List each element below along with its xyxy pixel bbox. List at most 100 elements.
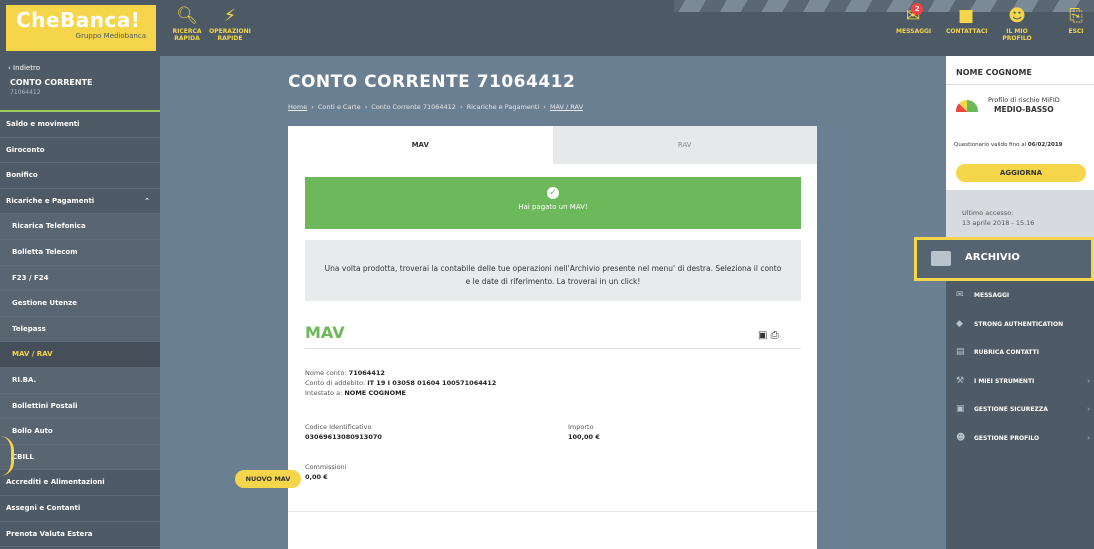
right-menu-item[interactable]: ◆ STRONG AUTHENTICATION xyxy=(946,310,1094,339)
sidebar-item[interactable]: Prenota Valuta Estera xyxy=(0,522,160,548)
sidebar-item[interactable]: RI.BA. xyxy=(0,367,160,394)
risk-label: Profilo di rischio MiFID xyxy=(988,96,1060,104)
messages-button[interactable]: ✉︎ 2 MESSAGGI xyxy=(896,3,932,35)
right-menu-item[interactable]: ▣ GESTIONE SICUREZZA › xyxy=(946,395,1094,424)
debit-account-label: Conto di addebito: xyxy=(305,379,366,387)
account-name-value: 71064412 xyxy=(348,369,385,377)
sidebar-item-label: Giroconto xyxy=(6,145,45,154)
contacts-button[interactable]: ■ CONTATTACI xyxy=(946,6,987,35)
envelope-icon: ✉ xyxy=(956,290,964,300)
risk-value: MEDIO-BASSO xyxy=(994,105,1054,114)
sidebar-item[interactable]: Giroconto xyxy=(0,138,160,164)
sidebar-item[interactable]: Bolletta Telecom xyxy=(0,239,160,266)
sidebar-item[interactable]: Ricariche e Pagamenti ⌃ xyxy=(0,189,160,215)
print-icon[interactable]: ⎙ xyxy=(771,330,779,341)
sidebar-item[interactable]: CBILL xyxy=(0,444,160,471)
my-profile-button[interactable]: ☻ IL MIO PROFILO xyxy=(1000,6,1034,42)
sidebar-item[interactable]: Saldo e movimenti xyxy=(0,112,160,138)
code-value: 03069613080913070 xyxy=(305,433,382,441)
quick-operations-button[interactable]: ⚡︎ OPERAZIONI RAPIDE xyxy=(202,6,258,42)
breadcrumb-separator: › xyxy=(311,103,314,111)
sidebar-item-label: Bonifico xyxy=(6,171,38,180)
code-label: Codice Identificativo xyxy=(305,423,372,431)
sidebar-item[interactable]: Bollo Auto xyxy=(0,419,160,445)
logout-button[interactable]: ⎘ ESCI xyxy=(1064,6,1088,35)
archive-button[interactable]: ARCHIVIO xyxy=(914,237,1094,281)
logout-icon: ⎘ xyxy=(1069,6,1083,26)
back-link[interactable]: ‹ Indietro xyxy=(0,56,160,74)
brand-name: CheBanca! xyxy=(16,8,141,32)
search-icon: 🔍︎ xyxy=(176,6,198,26)
risk-gauge-icon xyxy=(956,100,978,112)
divider xyxy=(305,348,801,349)
breadcrumb-link[interactable]: Conto Corrente 71064412 xyxy=(371,103,456,111)
brand-logo[interactable]: CheBanca! Gruppo Mediobanca xyxy=(6,5,156,51)
left-sidebar: ‹ Indietro CONTO CORRENTE 71064412 Saldo… xyxy=(0,56,160,549)
sidebar-item-label: CBILL xyxy=(12,452,34,461)
last-access: Ultimo accesso: 13 aprile 2018 - 15.16 xyxy=(946,190,1094,240)
last-access-value: 13 aprile 2018 - 15.16 xyxy=(962,219,1035,227)
breadcrumb-separator: › xyxy=(364,103,368,111)
new-mav-button[interactable]: NUOVO MAV xyxy=(235,470,301,488)
quick-search-label: RICERCA xyxy=(172,28,202,35)
sidebar-item-label: Prenota Valuta Estera xyxy=(6,529,93,538)
sidebar-item[interactable]: Assegni e Contanti xyxy=(0,496,160,522)
section-title: MAV xyxy=(305,323,345,342)
breadcrumb-link[interactable]: MAV / RAV xyxy=(550,103,583,111)
quick-operations-label: OPERAZIONI xyxy=(209,28,251,35)
divider xyxy=(946,84,1094,85)
debit-account-value: IT 19 I 03058 01604 100571064412 xyxy=(367,379,497,387)
pdf-icon[interactable]: ▣ xyxy=(758,330,767,341)
right-menu-label: RUBRICA CONTATTI xyxy=(974,349,1039,356)
sidebar-item-label: RI.BA. xyxy=(12,375,37,384)
sidebar-item-label: Assegni e Contanti xyxy=(6,503,81,512)
current-account[interactable]: CONTO CORRENTE 71064412 xyxy=(0,74,160,112)
questionnaire-prefix: Questionario valido fino al xyxy=(954,142,1027,148)
update-button[interactable]: AGGIORNA xyxy=(956,164,1086,182)
sidebar-item[interactable]: Telepass xyxy=(0,316,160,343)
messages-badge: 2 xyxy=(911,3,924,15)
sidebar-item-label: Bollo Auto xyxy=(12,427,53,436)
right-menu-item[interactable]: ☻ GESTIONE PROFILO › xyxy=(946,424,1094,453)
tab-rav[interactable]: RAV xyxy=(552,126,817,164)
envelope-icon: ✉︎ 2 xyxy=(906,3,924,28)
wrench-icon: ⚒ xyxy=(956,375,965,386)
success-message: Hai pagato un MAV! xyxy=(518,203,588,211)
right-menu-item[interactable]: ⚒ I MIEI STRUMENTI › xyxy=(946,367,1094,396)
fees-field: Commissioni 0,00 € xyxy=(305,462,346,482)
sidebar-item[interactable]: MAV / RAV xyxy=(0,342,160,368)
sidebar-item-label: MAV / RAV xyxy=(12,350,53,359)
tab-mav[interactable]: MAV xyxy=(288,126,553,164)
user-icon: ☻ xyxy=(1008,6,1026,26)
breadcrumb-link[interactable]: Home xyxy=(288,103,307,111)
sidebar-item-label: Accrediti e Alimentazioni xyxy=(6,478,105,487)
right-menu-item[interactable]: ▤ RUBRICA CONTATTI xyxy=(946,338,1094,367)
questionnaire-date: 06/02/2019 xyxy=(1027,142,1063,148)
sidebar-item[interactable]: Accrediti e Alimentazioni xyxy=(0,470,160,496)
quick-search-button[interactable]: 🔍︎ RICERCA RAPIDA xyxy=(172,6,202,42)
breadcrumb-link[interactable]: Conti e Carte xyxy=(318,103,361,111)
sidebar-item[interactable]: Bollettini Postali xyxy=(0,393,160,420)
messages-label: MESSAGGI xyxy=(896,28,932,35)
amount-field: Importo 100,00 € xyxy=(568,422,600,442)
sidebar-item[interactable]: Bonifico xyxy=(0,163,160,189)
page-title: CONTO CORRENTE 71064412 xyxy=(288,72,576,92)
sidebar-item-label: Saldo e movimenti xyxy=(6,120,80,128)
sidebar-item[interactable]: Ricarica Telefonica xyxy=(0,214,160,240)
sidebar-menu: Saldo e movimenti Giroconto Bonifico Ricari… xyxy=(0,112,160,548)
sidebar-item[interactable]: Gestione Utenze xyxy=(0,291,160,317)
archive-label: ARCHIVIO xyxy=(965,252,1020,263)
right-menu-item[interactable]: ✉ MESSAGGI xyxy=(946,281,1094,310)
last-access-label: Ultimo accesso: xyxy=(962,209,1014,217)
profile-label-2: PROFILO xyxy=(1002,35,1032,42)
info-message: Una volta prodotta, troverai la contabil… xyxy=(305,240,801,301)
breadcrumb-link[interactable]: Ricariche e Pagamenti xyxy=(467,103,540,111)
quick-operations-label-2: RAPIDE xyxy=(217,35,243,42)
check-icon: ✓ xyxy=(547,187,559,199)
right-menu-label: I MIEI STRUMENTI xyxy=(974,377,1035,385)
account-details: Nome conto: 71064412 Conto di addebito: … xyxy=(305,368,496,398)
sidebar-item[interactable]: F23 / F24 xyxy=(0,265,160,292)
shield-icon: ◆ xyxy=(956,318,963,329)
sidebar-item-label: Telepass xyxy=(12,324,46,333)
sidebar-item-label: Gestione Utenze xyxy=(12,299,77,308)
